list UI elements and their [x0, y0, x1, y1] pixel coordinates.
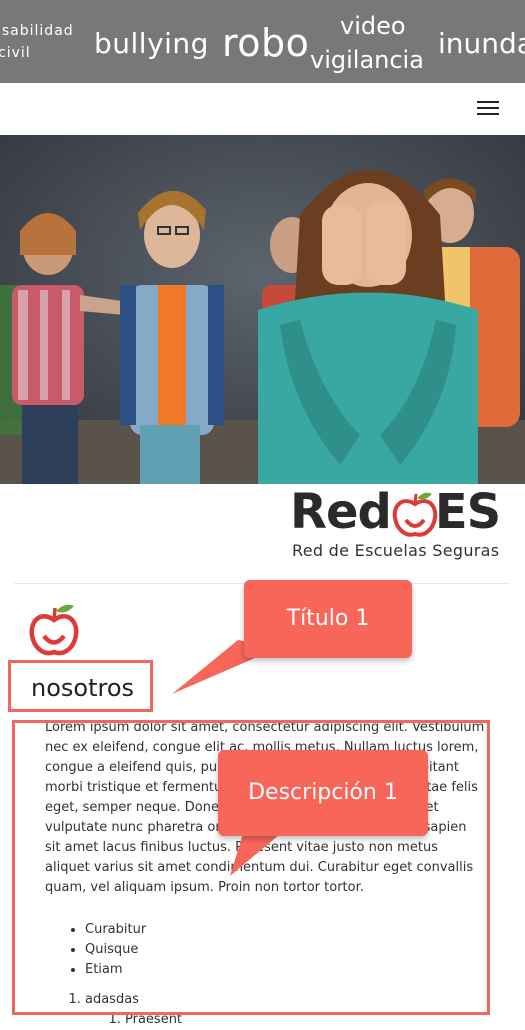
logo-tagline: Red de Escuelas Seguras: [292, 541, 500, 560]
tag-responsabilidad[interactable]: nsabilidad: [0, 24, 74, 38]
hero-illustration: [0, 135, 525, 484]
description-callout: Descripción 1: [218, 750, 428, 836]
title-highlight-box: [8, 660, 153, 712]
navbar: [0, 83, 525, 136]
apple-icon: [29, 604, 79, 656]
tag-inundacion[interactable]: inunda: [438, 30, 525, 58]
tag-video[interactable]: video: [340, 14, 406, 38]
tag-robo[interactable]: robo: [222, 24, 309, 62]
tag-cloud: nsabilidad civil bullying robo video vig…: [0, 0, 525, 83]
redes-logo[interactable]: Red ES Red de Escuelas Seguras: [290, 488, 505, 568]
tag-vigilancia[interactable]: vigilancia: [310, 48, 424, 72]
title-callout: Título 1: [244, 580, 412, 658]
tag-bullying[interactable]: bullying: [94, 30, 209, 58]
hero-image: [0, 135, 525, 484]
hamburger-icon[interactable]: [477, 101, 499, 117]
tag-civil[interactable]: civil: [0, 46, 31, 60]
logo-apple-icon: [392, 492, 438, 537]
